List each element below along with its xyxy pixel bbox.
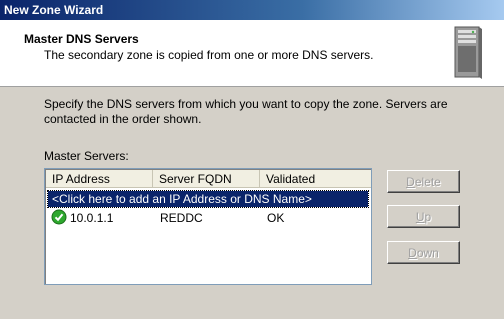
window-title: New Zone Wizard (4, 3, 104, 17)
column-header-fqdn[interactable]: Server FQDN (153, 170, 260, 188)
page-subtitle: The secondary zone is copied from one or… (44, 48, 374, 62)
delete-button[interactable]: Delete (387, 170, 460, 193)
master-servers-label: Master Servers: (44, 149, 129, 163)
master-servers-list[interactable]: IP Address Server FQDN Validated <Click … (44, 168, 372, 285)
table-row[interactable]: 10.0.1.1 REDDC OK (48, 209, 368, 227)
server-icon (454, 26, 482, 79)
cell-fqdn: REDDC (160, 211, 203, 225)
page-title: Master DNS Servers (24, 32, 139, 46)
instructions-text: Specify the DNS servers from which you w… (44, 97, 448, 126)
add-server-row[interactable]: <Click here to add an IP Address or DNS … (47, 190, 369, 208)
column-header-ip[interactable]: IP Address (46, 170, 153, 188)
window-titlebar[interactable]: New Zone Wizard (0, 0, 504, 20)
wizard-header: Master DNS Servers The secondary zone is… (0, 20, 504, 87)
column-header-validated[interactable]: Validated (260, 170, 371, 188)
down-button[interactable]: Down (387, 241, 460, 264)
cell-ip: 10.0.1.1 (70, 211, 114, 225)
cell-validated: OK (267, 211, 285, 225)
wizard-content: Specify the DNS servers from which you w… (0, 87, 504, 319)
ok-check-icon (51, 209, 67, 225)
list-header: IP Address Server FQDN Validated (46, 170, 371, 188)
up-button[interactable]: Up (387, 205, 460, 228)
